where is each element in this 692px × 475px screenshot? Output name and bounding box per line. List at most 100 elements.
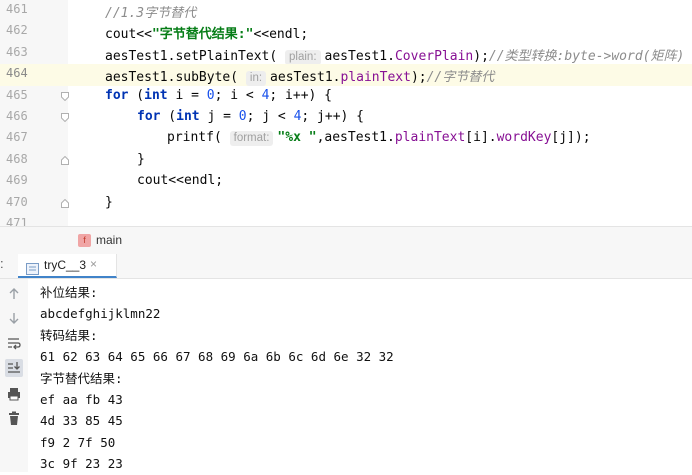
function-breadcrumb[interactable]: main (96, 233, 122, 247)
code-text: } (105, 195, 113, 210)
line-number: 463 (6, 44, 28, 59)
code-token: cout<< (105, 27, 152, 43)
code-token: [i]. (465, 130, 497, 146)
code-editor[interactable]: 461//1.3字节替代 462 cout<<"字节替代结果:"<<endl; 463… (0, 0, 692, 226)
code-token: aesTest1. (270, 70, 341, 86)
line-number: 468 (6, 151, 28, 166)
code-line[interactable]: 461 //1.3字节替代 (0, 0, 692, 21)
print-icon[interactable] (5, 385, 23, 403)
code-token: ; j++) { (301, 109, 365, 124)
panel-lead-mark: : (0, 256, 4, 271)
code-token: aesTest1. (324, 48, 395, 64)
code-token: for (137, 109, 161, 124)
code-token: aesTest1.subByte( (105, 70, 246, 86)
code-line[interactable]: 462 cout<<"字节替代结果:"<<endl; (0, 21, 692, 42)
code-token: [j]); (551, 130, 591, 146)
code-token: ; j < (246, 109, 294, 124)
code-token: wordKey (496, 130, 552, 146)
code-token: ); (410, 70, 427, 86)
output-line: 转码结果: (40, 327, 98, 343)
breadcrumb-bar: f main (0, 226, 692, 255)
function-icon: f (78, 234, 91, 247)
line-number: 464 (6, 66, 28, 81)
line-number: 461 (6, 2, 28, 16)
line-number: 470 (6, 194, 28, 209)
close-icon[interactable]: × (90, 257, 97, 271)
code-token: int (176, 109, 200, 124)
code-token: //类型转换:byte->word(矩阵) (488, 48, 685, 64)
console-icon (26, 260, 39, 279)
line-number: 462 (6, 23, 28, 38)
code-line[interactable]: 470} (0, 193, 692, 214)
output-line: 61 62 63 64 65 66 67 68 69 6a 6b 6c 6d 6… (40, 349, 394, 365)
code-token: ; i < (214, 87, 262, 103)
output-line: 4d 33 85 45 (40, 413, 123, 429)
code-token: CoverPlain (394, 48, 474, 64)
code-text: cout<<endl; (137, 173, 223, 188)
fold-open-icon[interactable] (61, 113, 69, 122)
code-line[interactable]: 466 for (int j = 0; j < 4; j++) { (0, 107, 692, 128)
down-arrow-icon[interactable] (5, 309, 23, 327)
code-line[interactable]: 469 cout<<endl; (0, 171, 692, 192)
console-output[interactable]: 补位结果: abcdefghijklmn22 转码结果: 61 62 63 64 65… (40, 282, 394, 475)
code-line[interactable]: 467 printf( format: "%x ",aesTest1.plainTe… (0, 128, 692, 149)
output-line: f9 2 7f 50 (40, 434, 116, 450)
fold-close-icon[interactable] (61, 155, 69, 165)
fold-open-icon[interactable] (61, 91, 69, 101)
code-token: int (144, 87, 168, 103)
code-token: printf( (167, 130, 230, 146)
code-line[interactable]: 463 aesTest1.setPlainText( plain: aesTest1… (0, 43, 692, 65)
code-token: 0 (238, 109, 247, 124)
code-token: plainText (340, 70, 411, 86)
tab-label: tryC__3 (44, 258, 87, 272)
code-text: for (int j = 0; j < 4; j++) { (137, 109, 364, 124)
line-number: 471 (6, 216, 28, 226)
line-number: 465 (6, 87, 28, 102)
code-token: ; i++) { (269, 87, 333, 103)
code-line[interactable]: 464 aesTest1.subByte( in: aesTest1.plainTe… (0, 64, 692, 87)
output-line: ef aa fb 43 (40, 391, 123, 407)
parameter-hint: format: (229, 131, 274, 147)
code-token: aesTest1.setPlainText( (105, 48, 286, 64)
code-token: ( (160, 109, 177, 124)
code-token: ( (128, 87, 145, 103)
output-line: 3c 9f 23 23 (40, 456, 123, 472)
output-line: 字节替代结果: (40, 370, 123, 386)
output-line: 补位结果: (40, 285, 98, 300)
code-token: "字节替代结果:" (151, 27, 254, 43)
output-line: abcdefghijklmn22 (40, 306, 161, 322)
code-text: //1.3字节替代 (105, 2, 196, 21)
line-number: 466 (6, 109, 28, 123)
scroll-to-end-icon[interactable] (5, 359, 23, 377)
code-line[interactable]: 468} (0, 150, 692, 171)
code-text: for (int i = 0; i < 4; i++) { (105, 88, 332, 103)
fold-close-icon[interactable] (61, 198, 69, 208)
console-toolbar (0, 279, 28, 472)
code-line[interactable]: 471 (0, 214, 692, 226)
code-token: } (105, 194, 113, 210)
code-token: i = (167, 87, 207, 103)
code-token: ); (473, 48, 489, 64)
code-token: } (137, 151, 145, 167)
code-token: ,aesTest1. (316, 130, 395, 146)
code-token: //1.3字节替代 (105, 6, 197, 21)
trash-icon[interactable] (5, 409, 23, 427)
code-text: cout<<"字节替代结果:"<<endl; (105, 23, 308, 42)
code-token: //字节替代 (426, 70, 495, 86)
code-line[interactable]: 465 for (int i = 0; i < 4; i++) { (0, 86, 692, 107)
code-text: aesTest1.subByte( in: aesTest1.plainText)… (105, 66, 495, 87)
code-text: printf( format: "%x ",aesTest1.plainText[… (167, 130, 591, 147)
soft-wrap-icon[interactable] (5, 334, 23, 352)
code-token: j = (199, 109, 239, 124)
line-number: 469 (6, 173, 28, 188)
run-tab-bar: : tryC__3 × (0, 254, 692, 279)
parameter-hint: plain: (285, 49, 321, 65)
tab-tryc3[interactable]: tryC__3 × (18, 254, 117, 278)
code-token: cout<<endl; (137, 173, 224, 189)
up-arrow-icon[interactable] (5, 285, 23, 303)
line-number: 467 (6, 130, 28, 145)
code-token: for (105, 87, 129, 103)
code-text: } (137, 152, 145, 167)
code-token: 0 (206, 87, 215, 103)
code-text: aesTest1.setPlainText( plain: aesTest1.Co… (105, 45, 684, 65)
